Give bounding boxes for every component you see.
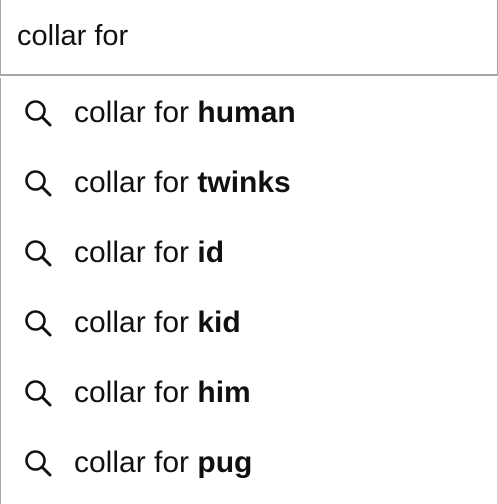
suggestion-item[interactable]: collar for pug: [1, 428, 497, 498]
search-icon: [23, 98, 53, 128]
search-icon: [23, 238, 53, 268]
search-icon: [23, 378, 53, 408]
suggestion-completion: id: [197, 236, 225, 269]
suggestion-completion: pug: [197, 446, 253, 479]
suggestion-item[interactable]: collar for kid: [1, 288, 497, 358]
autocomplete-suggestions: collar for human collar for twinks colla…: [0, 78, 498, 504]
suggestion-prefix: collar for: [74, 306, 198, 339]
suggestion-text: collar for human: [74, 95, 296, 131]
suggestion-item[interactable]: collar for human: [1, 78, 497, 148]
suggestion-completion: twinks: [197, 166, 291, 199]
search-input[interactable]: [17, 14, 487, 58]
suggestion-text: collar for id: [74, 235, 224, 271]
suggestion-completion: kid: [197, 306, 241, 339]
suggestion-prefix: collar for: [74, 166, 198, 199]
suggestion-prefix: collar for: [74, 236, 198, 269]
suggestion-prefix: collar for: [74, 96, 198, 129]
suggestion-item[interactable]: collar for him: [1, 358, 497, 428]
suggestion-text: collar for him: [74, 375, 251, 411]
suggestion-item[interactable]: collar for id: [1, 218, 497, 288]
suggestion-text: collar for pug: [74, 445, 252, 481]
search-icon: [23, 448, 53, 478]
search-bar: [0, 0, 498, 76]
search-icon: [23, 168, 53, 198]
suggestion-completion: human: [197, 96, 296, 129]
suggestion-item[interactable]: collar for twinks: [1, 148, 497, 218]
suggestion-text: collar for twinks: [74, 165, 291, 201]
suggestion-prefix: collar for: [74, 376, 198, 409]
suggestion-prefix: collar for: [74, 446, 198, 479]
suggestion-completion: him: [197, 376, 251, 409]
search-icon: [23, 308, 53, 338]
suggestion-text: collar for kid: [74, 305, 241, 341]
